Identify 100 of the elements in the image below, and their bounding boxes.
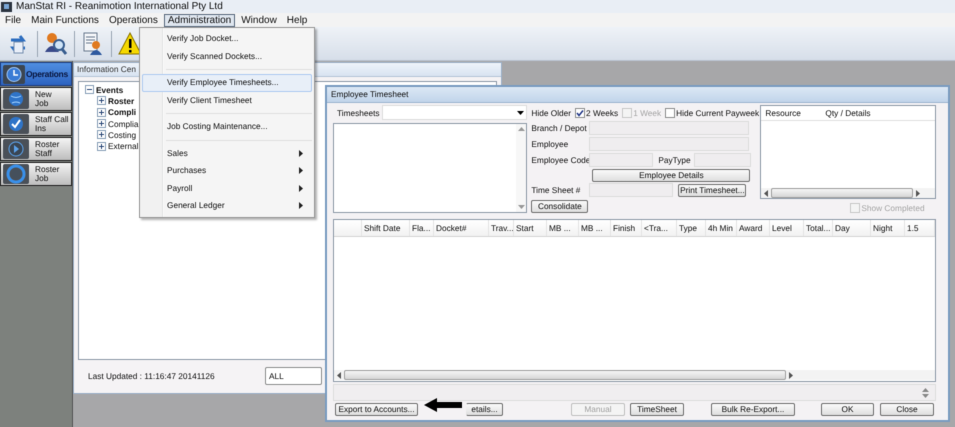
app-icon [1, 2, 12, 12]
dialog-button[interactable]: Bulk Re-Export... [711, 403, 795, 416]
menu-item[interactable]: Sales [142, 144, 312, 162]
input-field[interactable] [589, 153, 654, 167]
input-field[interactable] [589, 121, 750, 135]
tree-item[interactable]: Costing [108, 130, 136, 140]
collapse-icon[interactable] [85, 85, 94, 94]
field-label: Time Sheet # [531, 185, 582, 195]
dialog-button[interactable]: Close [880, 403, 934, 416]
menu-item[interactable]: Administration [164, 14, 236, 26]
menu-item[interactable]: Window [237, 14, 281, 26]
input-field[interactable] [333, 384, 936, 401]
column-header[interactable]: Night [871, 220, 905, 236]
column-header[interactable]: Trav... [489, 220, 514, 236]
column-header[interactable]: Finish [611, 220, 642, 236]
scrollbar[interactable] [516, 124, 526, 212]
checkbox[interactable] [575, 108, 586, 118]
menu-item[interactable]: General Ledger [142, 197, 312, 214]
column-header[interactable]: 4h Min [706, 220, 737, 236]
play-icon [3, 139, 29, 159]
sidebar-button-label: Roster Job [35, 164, 60, 184]
sidebar-header[interactable]: Operations [0, 62, 72, 86]
menu-item[interactable]: Verify Job Docket... [142, 30, 312, 48]
tree-item[interactable]: Roster [108, 96, 134, 106]
dialog-button[interactable]: Export to Accounts... [335, 403, 418, 416]
sidebar-button-label: New Job [35, 90, 52, 108]
column-header[interactable]: 1.5 [905, 220, 935, 236]
dialog-button[interactable]: OK [821, 403, 874, 416]
column-header[interactable]: Award [737, 220, 770, 236]
input-field[interactable] [694, 153, 752, 167]
consolidate-button[interactable]: Consolidate [531, 200, 588, 212]
tree-item[interactable]: External [108, 141, 138, 152]
scroll-right-icon [916, 190, 920, 196]
menu-item[interactable]: Verify Client Timesheet [142, 92, 312, 109]
column-header[interactable]: <Tra... [642, 220, 677, 236]
checkbox[interactable] [665, 108, 676, 118]
sidebar-button[interactable]: Staff Call Ins [0, 112, 72, 136]
column-header[interactable]: Qty / Details [821, 108, 882, 118]
timesheet-list[interactable] [333, 123, 528, 213]
menu-item[interactable]: Verify Employee Timesheets... [142, 74, 312, 92]
sidebar-button[interactable]: Roster Staff [0, 137, 72, 161]
sidebar-button-label: Roster Staff [35, 140, 60, 158]
annotation-arrow [423, 397, 463, 413]
user-search-icon[interactable] [44, 32, 68, 56]
sidebar-button-label: Staff Call Ins [35, 114, 69, 134]
column-header[interactable]: Docket# [434, 220, 489, 236]
clock-icon [3, 64, 25, 84]
field-label: Employee [531, 139, 570, 149]
menu-item[interactable]: Job Costing Maintenance... [142, 118, 312, 136]
dialog-button[interactable]: etails... [466, 403, 503, 416]
column-header[interactable]: Level [770, 220, 804, 236]
column-header[interactable]: MB ... [547, 220, 579, 236]
column-header[interactable]: Total... [804, 220, 833, 236]
checkbox-label: Hide Current Payweek [676, 108, 760, 118]
sidebar-header-label: Operations [26, 69, 68, 79]
filter-dropdown[interactable]: ALL [265, 367, 322, 385]
sidebar-button[interactable]: New Job [0, 87, 72, 111]
menu-item[interactable]: Main Functions [27, 14, 103, 26]
employee-details-button[interactable]: Employee Details [592, 168, 750, 182]
field-label: PayType [657, 155, 692, 165]
column-header[interactable]: Day [833, 220, 871, 236]
field-label: Timesheets [336, 108, 381, 118]
submenu-arrow-icon [299, 184, 303, 192]
column-header[interactable]: Type [677, 220, 706, 236]
expand-icon[interactable] [97, 119, 106, 128]
dialog-button[interactable]: TimeSheet [630, 403, 684, 416]
menu-item[interactable]: Operations [104, 14, 162, 26]
submenu-arrow-icon [299, 150, 303, 156]
field-label: Branch / Depot [531, 123, 588, 133]
tree-item[interactable]: Events [96, 84, 124, 95]
menu-item[interactable]: Help [282, 14, 312, 26]
expand-icon[interactable] [97, 130, 106, 140]
expand-icon[interactable] [97, 96, 106, 106]
document-user-icon[interactable] [81, 32, 105, 56]
ring-icon [3, 164, 29, 184]
column-header[interactable]: Resource [761, 108, 822, 118]
column-header[interactable]: MB ... [579, 220, 611, 236]
menu-item[interactable]: Verify Scanned Dockets... [142, 48, 312, 65]
expand-icon[interactable] [97, 142, 106, 151]
scroll-down-icon [518, 205, 525, 209]
print-timesheet-button[interactable]: Print Timesheet... [678, 184, 746, 196]
column-header[interactable]: Fla... [410, 220, 434, 236]
check-icon [3, 114, 29, 134]
input-field[interactable] [589, 183, 674, 197]
tree-item[interactable]: Complia [108, 118, 138, 129]
scrollbar[interactable] [761, 188, 935, 198]
expand-icon[interactable] [97, 108, 106, 117]
scrollbar[interactable] [334, 370, 935, 380]
menu-item[interactable]: File [1, 14, 26, 26]
sidebar-button[interactable]: Roster Job [0, 162, 72, 186]
input-field[interactable] [589, 137, 750, 151]
column-header[interactable]: Shift Date [362, 220, 410, 236]
submenu-arrow-icon [299, 202, 303, 209]
globe-icon [3, 89, 29, 109]
menu-item[interactable]: Purchases [142, 162, 312, 180]
scroll-left-icon [764, 190, 768, 196]
column-header[interactable]: Start [514, 220, 547, 236]
menu-item[interactable]: Payroll [142, 180, 312, 197]
window-title: Employee Timesheet [327, 87, 948, 103]
tree-item[interactable]: Compli [108, 107, 136, 118]
